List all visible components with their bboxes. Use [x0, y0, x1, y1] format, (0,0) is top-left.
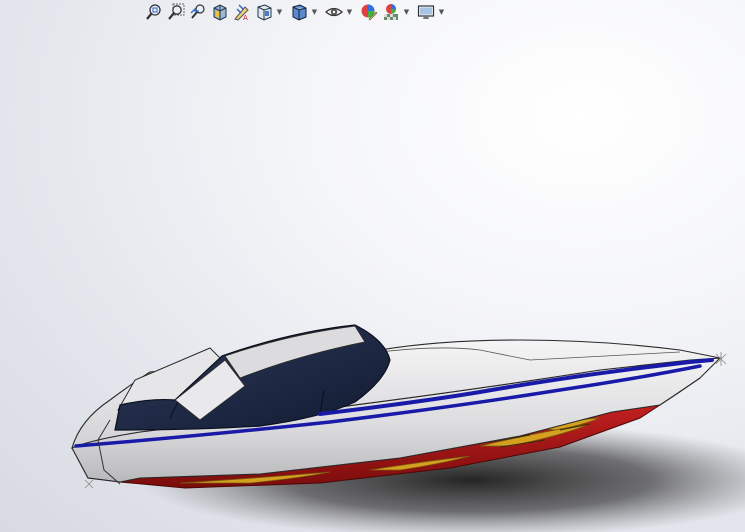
stern-origin-marker	[84, 479, 94, 489]
graphics-viewport[interactable]	[0, 0, 745, 532]
hide-show-items-dropdown[interactable]: ▼	[345, 1, 354, 23]
apply-scene-dropdown[interactable]: ▼	[402, 1, 411, 23]
section-view-button[interactable]	[209, 1, 231, 23]
previous-view-icon	[190, 4, 205, 19]
view-settings-button[interactable]	[415, 1, 437, 23]
previous-view-button[interactable]	[187, 1, 209, 23]
hide-show-items-button[interactable]	[323, 1, 345, 23]
view-settings-dropdown[interactable]: ▼	[437, 1, 446, 23]
zoom-to-area-icon	[168, 3, 185, 20]
view-orientation-button[interactable]	[253, 1, 275, 23]
section-view-icon	[213, 4, 227, 21]
zoom-to-fit-icon	[146, 4, 161, 20]
chevron-down-icon: ▼	[403, 8, 410, 16]
heads-up-view-toolbar: A ▼ ▼ ▼ ▼ ▼	[143, 1, 450, 23]
svg-text:A: A	[243, 14, 248, 21]
chevron-down-icon: ▼	[311, 8, 318, 16]
display-style-dropdown[interactable]: ▼	[310, 1, 319, 23]
zoom-to-area-button[interactable]	[165, 1, 187, 23]
zoom-to-fit-button[interactable]	[143, 1, 165, 23]
chevron-down-icon: ▼	[346, 8, 353, 16]
edit-appearance-icon	[361, 4, 378, 21]
hide-show-items-icon	[325, 7, 343, 17]
dynamic-annotation-views-button[interactable]: A	[231, 1, 253, 23]
display-style-icon	[292, 4, 307, 21]
view-settings-icon	[417, 5, 435, 19]
apply-scene-icon	[384, 4, 398, 20]
view-orientation-dropdown[interactable]: ▼	[275, 1, 284, 23]
edit-appearance-button[interactable]	[358, 1, 380, 23]
dynamic-annotation-views-icon: A	[234, 4, 249, 21]
view-orientation-icon	[257, 4, 272, 21]
display-style-button[interactable]	[288, 1, 310, 23]
chevron-down-icon: ▼	[276, 8, 283, 16]
apply-scene-button[interactable]	[380, 1, 402, 23]
chevron-down-icon: ▼	[438, 8, 445, 16]
